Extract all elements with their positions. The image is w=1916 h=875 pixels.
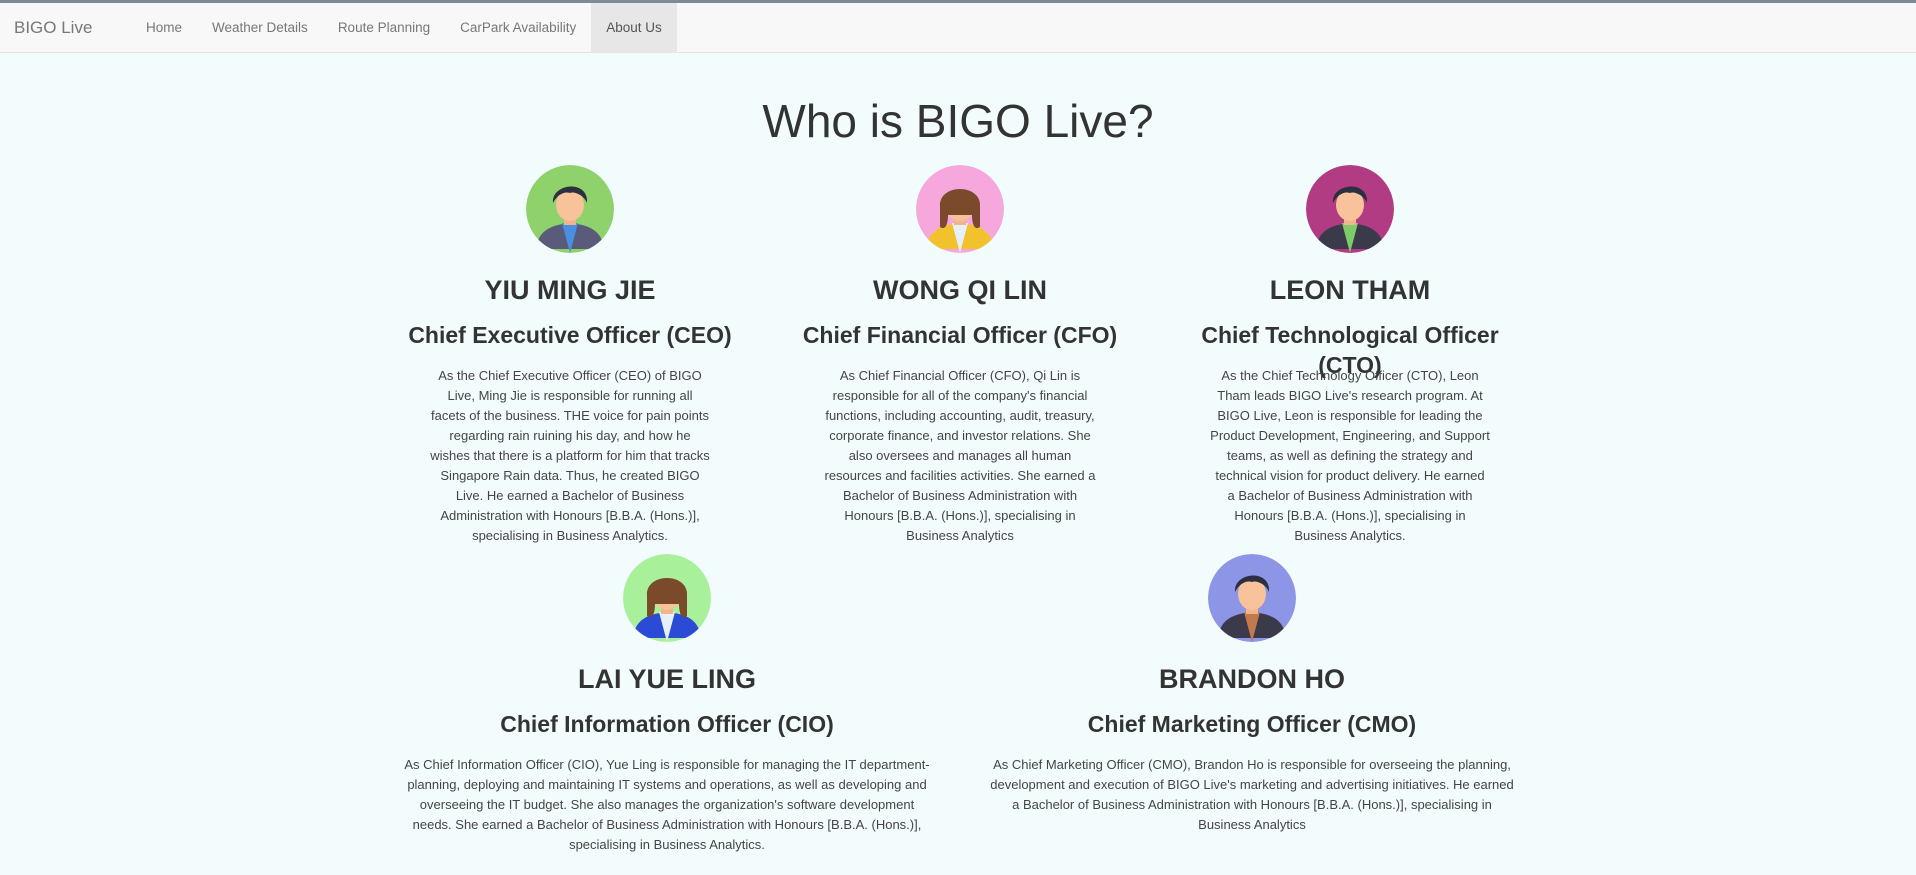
member-name: LEON THAM [1269,275,1431,305]
member-bio: As Chief Information Officer (CIO), Yue … [404,757,930,852]
navbar-brand[interactable]: BIGO Live [14,3,92,53]
navbar: BIGO Live Home Weather Details Route Pla… [0,3,1916,53]
nav-item-home[interactable]: Home [131,3,197,53]
member-role: Chief Marketing Officer (CMO) [1087,711,1417,737]
member-bio: As the Chief Executive Officer (CEO) of … [430,368,710,543]
team-member-card: WONG QI LIN Chief Financial Officer (CFO… [790,165,1130,543]
team-member-card: BRANDON HO Chief Marketing Officer (CMO)… [985,554,1519,854]
woman-avatar-icon [916,165,1004,253]
nav-item-weather-details[interactable]: Weather Details [197,3,323,53]
member-name: BRANDON HO [1159,664,1345,694]
member-name: YIU MING JIE [484,275,656,305]
member-role: Chief Executive Officer (CEO) [408,322,732,348]
member-role: Chief Financial Officer (CFO) [802,322,1118,348]
nav-item-carpark-availability[interactable]: CarPark Availability [445,3,591,53]
man-avatar-icon [526,165,614,253]
member-bio: As Chief Financial Officer (CFO), Qi Lin… [824,368,1096,543]
team-member-card: LAI YUE LING Chief Information Officer (… [400,554,934,854]
man-avatar-icon [1306,165,1394,253]
team-member-card: YIU MING JIE Chief Executive Officer (CE… [400,165,740,543]
member-name: WONG QI LIN [873,275,1047,305]
nav-menu: Home Weather Details Route Planning CarP… [131,3,677,53]
member-bio: As Chief Marketing Officer (CMO), Brando… [990,757,1514,832]
woman-avatar-icon [623,554,711,642]
nav-item-route-planning[interactable]: Route Planning [323,3,445,53]
member-role: Chief Information Officer (CIO) [500,711,834,737]
member-bio: As the Chief Technology Officer (CTO), L… [1210,368,1490,543]
nav-item-about-us[interactable]: About Us [591,3,677,53]
team-member-card: LEON THAM Chief Technological Officer (C… [1180,165,1520,543]
man-avatar-icon [1208,554,1296,642]
member-name: LAI YUE LING [577,664,757,694]
page-title: Who is BIGO Live? [762,95,1154,147]
